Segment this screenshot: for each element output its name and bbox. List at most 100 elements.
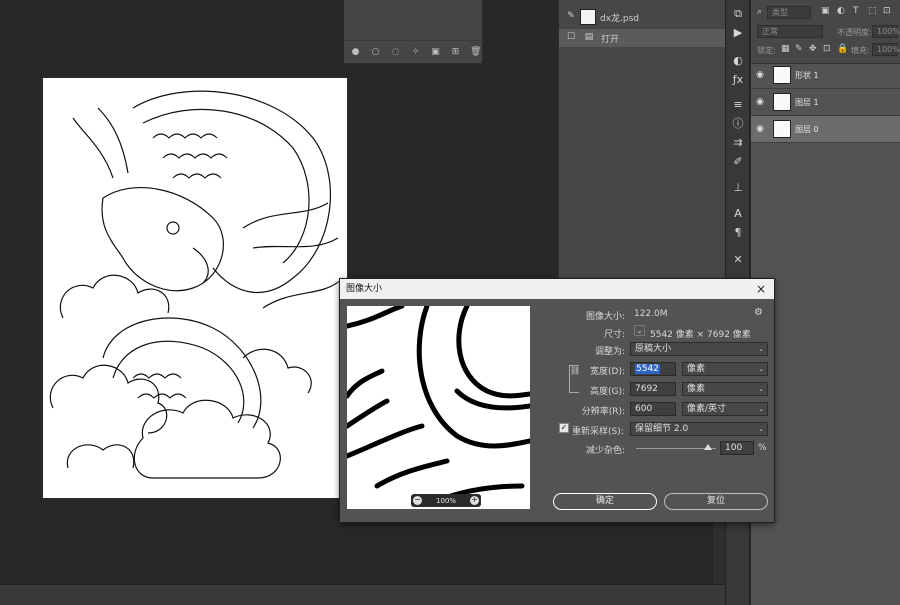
stamp-icon[interactable]: ⊥ bbox=[730, 180, 746, 196]
brush-source-icon: ✎ bbox=[567, 11, 575, 21]
blend-mode-select[interactable]: 正常 bbox=[757, 25, 823, 38]
reduce-noise-input[interactable]: 100 bbox=[720, 441, 754, 455]
properties-icon[interactable]: ≡ bbox=[730, 97, 746, 113]
layer-name: 形状 1 bbox=[795, 70, 819, 80]
layer-name: 图层 0 bbox=[795, 124, 819, 134]
width-unit-select[interactable]: 像素 ⌄ bbox=[682, 362, 768, 376]
document-canvas-dragon-artwork[interactable] bbox=[43, 78, 347, 498]
type-filter-icon[interactable]: T bbox=[853, 6, 859, 16]
actions-panel: ● ○ ◌ ✧ ▣ ⊞ 🗑 bbox=[343, 0, 484, 64]
lock-all-icon[interactable]: 🔒 bbox=[837, 44, 848, 54]
shape-filter-icon[interactable]: ⬚ bbox=[868, 6, 877, 16]
layer-filter-input[interactable]: 类型 bbox=[767, 6, 811, 19]
lock-pixels-icon[interactable]: ✎ bbox=[795, 44, 803, 54]
trash-icon[interactable]: 🗑 bbox=[470, 47, 481, 58]
reduce-noise-unit: % bbox=[758, 443, 767, 453]
layer-row[interactable]: ◉ 形状 1 bbox=[751, 62, 900, 89]
new-set-icon[interactable]: ▣ bbox=[430, 47, 441, 58]
reduce-noise-label: 减少杂色: bbox=[585, 446, 625, 456]
new-action-icon[interactable]: ⊞ bbox=[450, 47, 461, 58]
fill-input[interactable]: 100% bbox=[872, 43, 900, 56]
lock-transparency-icon[interactable]: ▦ bbox=[781, 44, 790, 54]
chevron-down-icon: ⌄ bbox=[758, 425, 764, 433]
tools-icon[interactable]: ✕ bbox=[730, 252, 746, 268]
history-item-open[interactable]: ☐ ▤ 打开 bbox=[559, 29, 726, 47]
smart-filter-icon[interactable]: ⊡ bbox=[883, 6, 891, 16]
fill-label: 填充: bbox=[851, 46, 870, 55]
snapshot-thumbnail bbox=[580, 9, 596, 25]
action-set-icon[interactable]: ✧ bbox=[410, 47, 421, 58]
layer-row-selected[interactable]: ◉ 图层 0 bbox=[751, 116, 900, 143]
paragraph-icon[interactable]: ¶ bbox=[730, 225, 746, 241]
stop-icon[interactable]: ● bbox=[350, 47, 361, 58]
layer-row[interactable]: ◉ 图层 1 bbox=[751, 89, 900, 116]
chevron-down-icon: ⌄ bbox=[758, 405, 764, 413]
visibility-eye-icon[interactable]: ◉ bbox=[751, 97, 769, 107]
layer-thumbnail bbox=[773, 120, 791, 138]
settings-gear-icon[interactable]: ⚙ bbox=[754, 307, 763, 318]
opacity-label: 不透明度: bbox=[837, 28, 872, 37]
preview-zoom-bar: − 100% + bbox=[411, 494, 481, 507]
history-item-label: 打开 bbox=[601, 34, 620, 45]
resample-method-value: 保留细节 2.0 bbox=[635, 424, 689, 434]
width-input[interactable]: 5542 bbox=[630, 362, 676, 376]
layer-thumbnail bbox=[773, 66, 791, 84]
layer-name: 图层 1 bbox=[795, 97, 819, 107]
resolution-input[interactable]: 600 bbox=[630, 402, 676, 416]
snapshot-label: dx龙.psd bbox=[600, 13, 640, 24]
width-value: 5542 bbox=[635, 364, 660, 374]
visibility-eye-icon[interactable]: ◉ bbox=[751, 124, 769, 134]
layers-header: ⌕ 类型 ▣ ◐ T ⬚ ⊡ 正常 不透明度: 100% 锁定: ▦ ✎ ✥ ⊡… bbox=[751, 0, 900, 64]
checkbox-icon: ☐ bbox=[566, 32, 576, 42]
width-label: 宽度(D): bbox=[590, 367, 625, 377]
fit-to-label: 调整为: bbox=[594, 347, 625, 357]
image-size-dialog: 图像大小 × − 100% + 图像大小: 122.0M ⚙ 尺寸: ⌄ 554… bbox=[339, 278, 775, 523]
resample-checkbox[interactable]: ✓ bbox=[559, 423, 569, 433]
dimensions-value: 5542 像素 × 7692 像素 bbox=[650, 330, 751, 340]
height-unit-select[interactable]: 像素 ⌄ bbox=[682, 382, 768, 396]
search-icon: ⌕ bbox=[757, 7, 763, 17]
canvas-horizontal-scrollbar[interactable] bbox=[0, 584, 725, 605]
play-icon[interactable]: ◌ bbox=[390, 47, 401, 58]
dimensions-unit-dropdown-icon[interactable]: ⌄ bbox=[634, 325, 645, 336]
zoom-in-icon[interactable]: + bbox=[469, 496, 479, 505]
adjustment-filter-icon[interactable]: ◐ bbox=[837, 6, 845, 16]
opacity-input[interactable]: 100% bbox=[872, 25, 900, 38]
reset-button[interactable]: 复位 bbox=[664, 493, 768, 510]
resample-method-select[interactable]: 保留细节 2.0 ⌄ bbox=[630, 422, 768, 436]
resolution-unit-select[interactable]: 像素/英寸 ⌄ bbox=[682, 402, 768, 416]
visibility-eye-icon[interactable]: ◉ bbox=[751, 70, 769, 80]
height-input[interactable]: 7692 bbox=[630, 382, 676, 396]
record-icon[interactable]: ○ bbox=[370, 47, 381, 58]
resolution-label: 分辨率(R): bbox=[581, 407, 625, 417]
fx-icon[interactable]: ƒx bbox=[730, 72, 746, 88]
history-panel-icon[interactable]: ⧉ bbox=[730, 6, 746, 22]
image-size-label: 图像大小: bbox=[585, 312, 625, 322]
info-icon[interactable]: ⓘ bbox=[730, 116, 746, 132]
brush-icon[interactable]: ✐ bbox=[730, 154, 746, 170]
layer-thumbnail bbox=[773, 93, 791, 111]
chevron-down-icon: ⌄ bbox=[758, 365, 764, 373]
brush-settings-icon[interactable]: ⇉ bbox=[730, 135, 746, 151]
history-panel: ✎ dx龙.psd ☐ ▤ 打开 bbox=[558, 0, 726, 290]
ok-button[interactable]: 确定 bbox=[553, 493, 657, 510]
image-preview[interactable]: − 100% + bbox=[347, 306, 530, 509]
adjustments-icon[interactable]: ◐ bbox=[730, 53, 746, 69]
height-unit: 像素 bbox=[687, 384, 706, 394]
close-button[interactable]: × bbox=[754, 279, 768, 299]
zoom-out-icon[interactable]: − bbox=[413, 496, 422, 505]
resolution-unit: 像素/英寸 bbox=[687, 404, 727, 414]
fit-to-select[interactable]: 原稿大小 ⌄ bbox=[630, 342, 768, 356]
history-snapshot[interactable]: ✎ dx龙.psd bbox=[559, 6, 726, 28]
actions-toolbar: ● ○ ◌ ✧ ▣ ⊞ 🗑 bbox=[344, 40, 484, 64]
actions-panel-icon[interactable]: ▶ bbox=[730, 25, 746, 41]
document-icon: ▤ bbox=[584, 32, 594, 42]
zoom-level: 100% bbox=[435, 496, 456, 505]
lock-artboard-icon[interactable]: ⊡ bbox=[823, 44, 831, 54]
chevron-down-icon: ⌄ bbox=[758, 345, 764, 353]
character-icon[interactable]: A bbox=[730, 206, 746, 222]
resample-label: 重新采样(S): bbox=[572, 427, 624, 437]
pixel-filter-icon[interactable]: ▣ bbox=[821, 6, 830, 16]
lock-position-icon[interactable]: ✥ bbox=[809, 44, 817, 54]
reduce-noise-slider-knob[interactable] bbox=[704, 444, 712, 450]
